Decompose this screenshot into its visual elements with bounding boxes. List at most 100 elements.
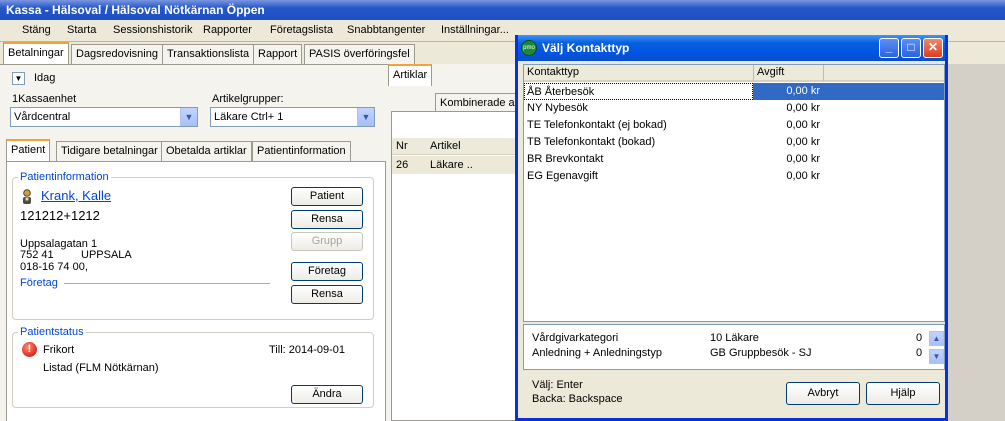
- betalningar-panel: ▼ Idag 1Kassaenhet Vårdcentral ▼ Artikel…: [0, 64, 388, 421]
- artikelgrupper-label: Artikelgrupper:: [212, 93, 284, 105]
- vardgivarkategori-num: 0: [916, 332, 923, 344]
- menu-stang[interactable]: Stäng: [22, 24, 51, 36]
- menu-sessionshistorik[interactable]: Sessionshistorik: [113, 24, 192, 36]
- item-typ: TE Telefonkontakt (ej bokad): [527, 119, 667, 131]
- tab-patientinformation[interactable]: Patientinformation: [252, 141, 351, 161]
- patient-button[interactable]: Patient: [291, 187, 363, 206]
- artikelgrupper-value: Läkare Ctrl+ 1: [214, 111, 284, 123]
- maximize-icon[interactable]: □: [901, 38, 921, 58]
- rensa-patient-button[interactable]: Rensa: [291, 210, 363, 229]
- hint-enter: Välj: Enter: [532, 379, 583, 391]
- kassaenhet-label: 1Kassaenhet: [12, 93, 77, 105]
- menu-starta[interactable]: Starta: [67, 24, 96, 36]
- expand-toggle[interactable]: ▼: [12, 72, 25, 85]
- address-zip: 752 41: [20, 249, 54, 261]
- frikort-label: Frikort: [43, 344, 75, 356]
- menu-snabbtangenter[interactable]: Snabbtangenter: [347, 24, 425, 36]
- minimize-icon[interactable]: _: [879, 38, 899, 58]
- tab-kombinerade[interactable]: Kombinerade ar: [435, 93, 524, 113]
- hint-backspace: Backa: Backspace: [532, 393, 623, 405]
- tab-transaktionslista[interactable]: Transaktionslista: [162, 44, 255, 64]
- address-phone: 018-16 74 00,: [20, 261, 88, 273]
- anledning-num: 0: [916, 347, 923, 359]
- kassaenhet-select[interactable]: Vårdcentral ▼: [10, 107, 198, 127]
- item-avgift: 0,00 kr: [786, 136, 820, 148]
- item-avgift: 0,00 kr: [786, 85, 820, 97]
- foretag-label: Företag: [20, 277, 58, 289]
- item-avgift: 0,00 kr: [786, 153, 820, 165]
- kontakttyp-list[interactable]: Kontakttyp Avgift ÅB Återbesök 0,00 kr N…: [523, 64, 945, 322]
- table-row[interactable]: 26 Läkare ..: [392, 156, 522, 174]
- artikelgrupper-select[interactable]: Läkare Ctrl+ 1 ▼: [210, 107, 375, 127]
- tab-artiklar[interactable]: Artiklar: [388, 64, 433, 86]
- item-avgift: 0,00 kr: [786, 170, 820, 182]
- patient-tab-strip: Patient Tidigare betalningar Obetalda ar…: [0, 139, 388, 161]
- artiklar-header: Nr Artikel: [392, 138, 522, 155]
- idag-label: Idag: [34, 72, 56, 84]
- frikort-till-date: Till: 2014-09-01: [269, 344, 346, 356]
- person-icon: [20, 189, 34, 205]
- foretag-button[interactable]: Företag: [291, 262, 363, 281]
- chevron-down-icon[interactable]: ▼: [929, 349, 944, 364]
- menu-rapporter[interactable]: Rapporter: [203, 24, 252, 36]
- col-avgift[interactable]: Avgift: [754, 65, 824, 82]
- vardgivarkategori-value: 10 Läkare: [710, 332, 759, 344]
- foretag-divider: [64, 283, 270, 284]
- patient-name-link[interactable]: Krank, Kalle: [41, 188, 111, 203]
- app-icon: pmo: [521, 40, 537, 56]
- tab-tidigare-betalningar[interactable]: Tidigare betalningar: [56, 141, 163, 161]
- vardgivarkategori-label: Vårdgivarkategori: [532, 332, 619, 344]
- chevron-down-icon[interactable]: ▼: [180, 108, 197, 126]
- list-item[interactable]: EG Egenavgift 0,00 kr: [524, 168, 944, 185]
- item-typ: NY Nybesök: [527, 102, 588, 114]
- address-city: UPPSALA: [81, 249, 132, 261]
- artiklar-panel: Artiklar Kombinerade ar Nr Artikel 26 Lä…: [388, 64, 524, 421]
- info-panel: Vårdgivarkategori 10 Läkare 0 Anledning …: [523, 324, 945, 370]
- grupp-button[interactable]: Grupp: [291, 232, 363, 251]
- item-typ: BR Brevkontakt: [527, 153, 604, 165]
- anledning-label: Anledning + Anledningstyp: [532, 347, 662, 359]
- list-item[interactable]: TE Telefonkontakt (ej bokad) 0,00 kr: [524, 117, 944, 134]
- item-typ: TB Telefonkontakt (bokad): [527, 136, 656, 148]
- tab-dagsredovisning[interactable]: Dagsredovisning: [71, 44, 163, 64]
- col-kontakttyp[interactable]: Kontakttyp: [524, 65, 754, 82]
- valj-kontakttyp-dialog: pmo Välj Kontakttyp _ □ ✕ Kontakttyp Avg…: [515, 35, 948, 421]
- menu-foretagslista[interactable]: Företagslista: [270, 24, 333, 36]
- tab-obetalda-artiklar[interactable]: Obetalda artiklar: [161, 141, 252, 161]
- avbryt-button[interactable]: Avbryt: [786, 382, 860, 405]
- dialog-title-bar: pmo Välj Kontakttyp _ □ ✕: [518, 35, 945, 61]
- list-header-filler: [824, 65, 944, 82]
- list-item[interactable]: ÅB Återbesök 0,00 kr: [524, 83, 944, 100]
- dialog-title: Välj Kontakttyp: [542, 41, 630, 55]
- list-item[interactable]: NY Nybesök 0,00 kr: [524, 100, 944, 117]
- artiklar-table: Nr Artikel 26 Läkare ..: [391, 111, 522, 421]
- item-avgift: 0,00 kr: [786, 119, 820, 131]
- col-artikel[interactable]: Artikel: [430, 140, 461, 152]
- chevron-down-icon[interactable]: ▼: [357, 108, 374, 126]
- window-title: Kassa - Hälsoval / Hälsoval Nötkärnan Öp…: [0, 0, 1005, 20]
- chevron-up-icon[interactable]: ▲: [929, 331, 944, 346]
- tab-patient[interactable]: Patient: [6, 139, 51, 161]
- andra-button[interactable]: Ändra: [291, 385, 363, 404]
- item-avgift: 0,00 kr: [786, 102, 820, 114]
- row-nr: 26: [396, 159, 409, 171]
- menu-installningar[interactable]: Inställningar...: [441, 24, 509, 36]
- patientstatus-group-label: Patientstatus: [18, 326, 86, 338]
- item-typ: ÅB Återbesök: [524, 83, 753, 100]
- list-item[interactable]: TB Telefonkontakt (bokad) 0,00 kr: [524, 134, 944, 151]
- patient-pnr: 121212+1212: [20, 208, 100, 223]
- rensa-foretag-button[interactable]: Rensa: [291, 285, 363, 304]
- tab-pasis[interactable]: PASIS överföringsfel: [304, 44, 415, 64]
- kassaenhet-value: Vårdcentral: [14, 111, 71, 123]
- row-artikel: Läkare ..: [430, 159, 473, 171]
- anledning-value: GB Gruppbesök - SJ: [710, 347, 812, 359]
- hjalp-button[interactable]: Hjälp: [866, 382, 940, 405]
- col-nr[interactable]: Nr: [396, 140, 408, 152]
- patientinfo-group-label: Patientinformation: [18, 171, 111, 183]
- tab-betalningar[interactable]: Betalningar: [3, 42, 69, 64]
- list-item[interactable]: BR Brevkontakt 0,00 kr: [524, 151, 944, 168]
- close-icon[interactable]: ✕: [923, 38, 943, 58]
- item-typ: EG Egenavgift: [527, 170, 598, 182]
- tab-rapport[interactable]: Rapport: [253, 44, 303, 64]
- warning-icon: !: [22, 342, 37, 357]
